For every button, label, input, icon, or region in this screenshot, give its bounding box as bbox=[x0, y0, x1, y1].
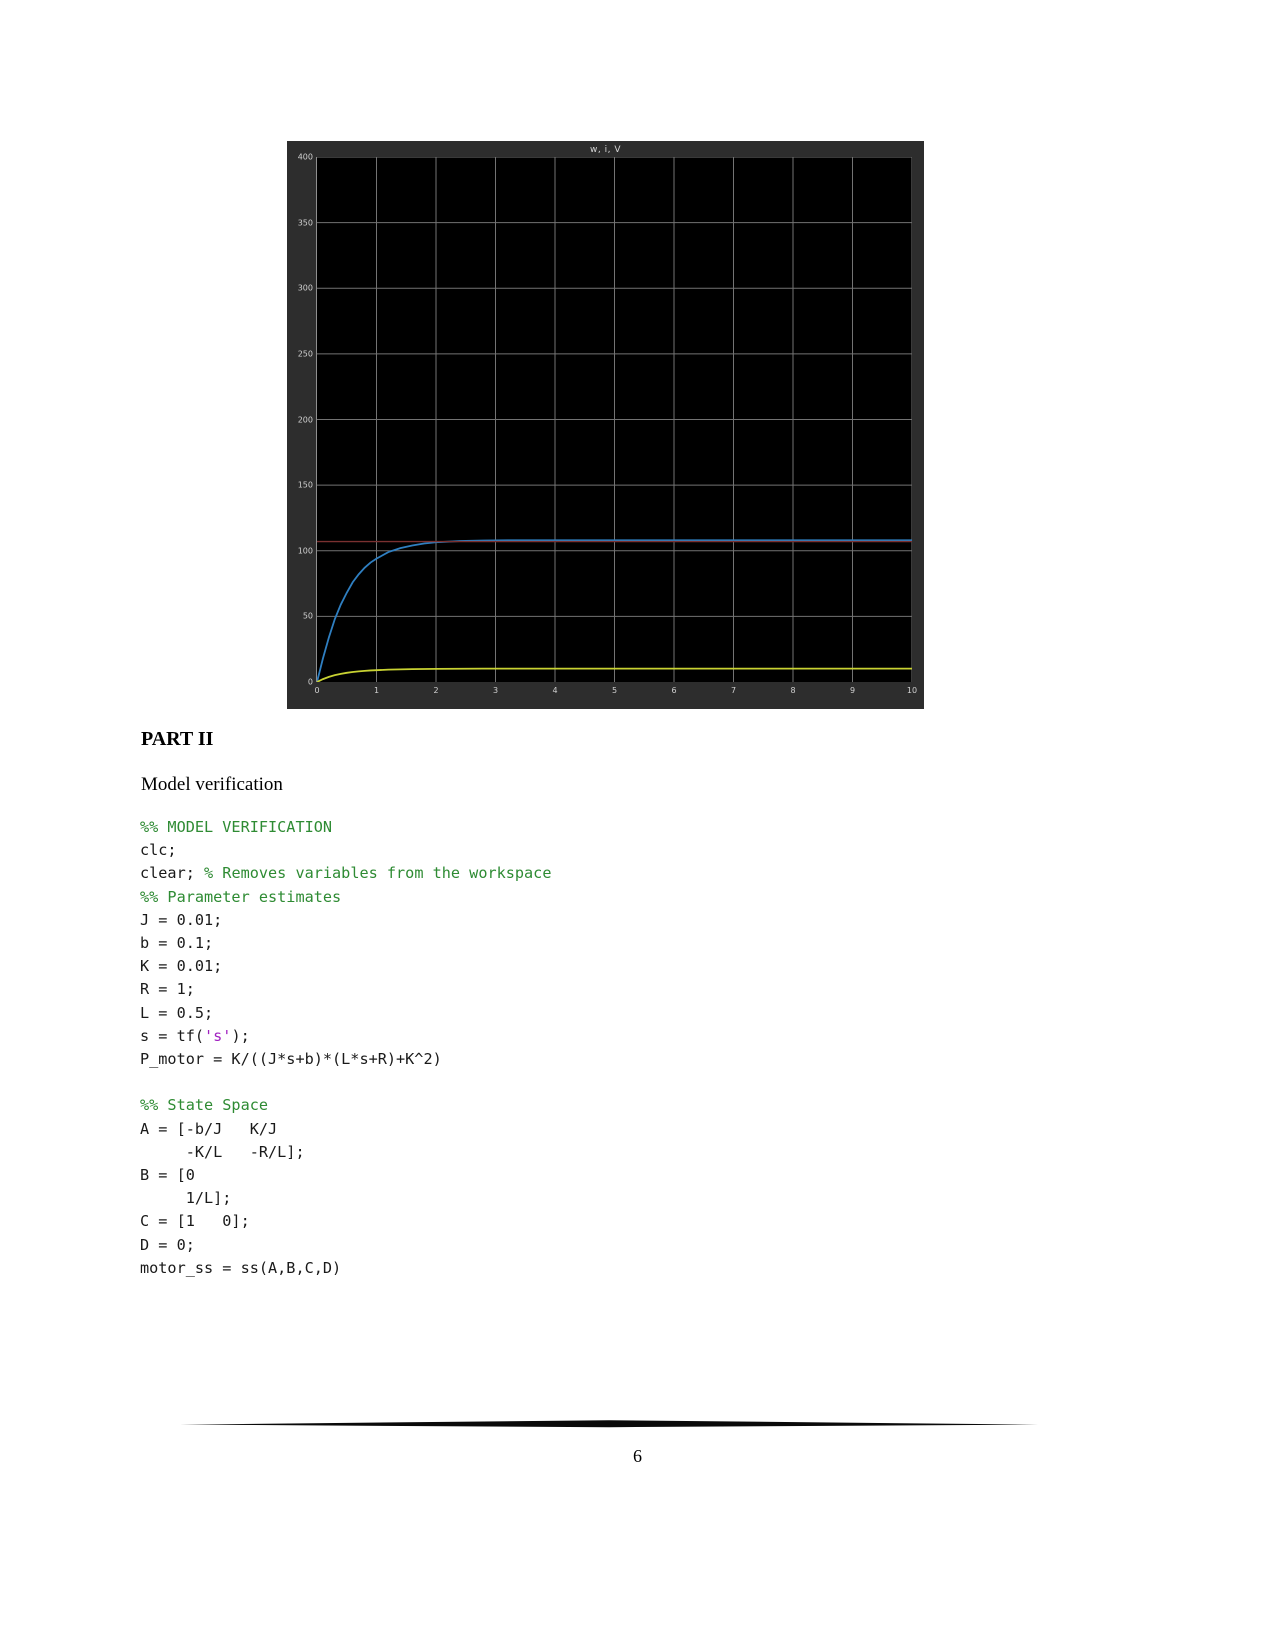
plot-gridlines bbox=[317, 157, 912, 682]
code-line: %% Parameter estimates bbox=[140, 886, 551, 909]
code-comment: %% MODEL VERIFICATION bbox=[140, 818, 333, 836]
y-axis-tick-label: 0 bbox=[307, 677, 313, 687]
code-line: R = 1; bbox=[140, 978, 551, 1001]
code-line: motor_ss = ss(A,B,C,D) bbox=[140, 1257, 551, 1280]
code-line bbox=[140, 1071, 551, 1094]
code-line: B = [0 bbox=[140, 1164, 551, 1187]
code-line: D = 0; bbox=[140, 1234, 551, 1257]
code-line: C = [1 0]; bbox=[140, 1210, 551, 1233]
code-line: A = [-b/J K/J bbox=[140, 1118, 551, 1141]
y-axis-tick-label: 100 bbox=[297, 546, 313, 556]
code-line: %% MODEL VERIFICATION bbox=[140, 816, 551, 839]
x-axis-tick-label: 7 bbox=[730, 686, 737, 695]
x-axis-tick-label: 0 bbox=[314, 686, 320, 695]
code-text: J = 0.01; bbox=[140, 910, 223, 929]
x-axis-tick-label: 1 bbox=[373, 686, 380, 695]
plot-axes: 0 50 100 150 200 250 300 350 400 0 1 2 3 4 5 6 7 8 9 10 bbox=[298, 153, 917, 696]
code-line: -K/L -R/L]; bbox=[140, 1141, 551, 1164]
code-text: D = 0; bbox=[140, 1235, 195, 1254]
code-text: L = 0.5; bbox=[140, 1003, 214, 1022]
x-axis-tick-label: 6 bbox=[671, 686, 677, 695]
code-text: A = [-b/J K/J bbox=[140, 1119, 278, 1138]
code-line: 1/L]; bbox=[140, 1187, 551, 1210]
x-axis-tick-label: 3 bbox=[492, 686, 499, 695]
code-string: 's' bbox=[204, 1026, 232, 1045]
code-text: ); bbox=[231, 1026, 250, 1045]
plot-canvas bbox=[317, 157, 912, 682]
matlab-code-block: %% MODEL VERIFICATION clc; clear; % Remove… bbox=[140, 816, 551, 1280]
code-line: %% State Space bbox=[140, 1094, 551, 1117]
code-text: K = 0.01; bbox=[140, 957, 223, 976]
plot-figure: w, i, V 0 50 100 150 200 250 300 350 400 0 1 2 3 4 5 6 7… bbox=[287, 141, 924, 709]
code-text: clear; bbox=[140, 864, 205, 883]
x-axis-tick-label: 9 bbox=[849, 686, 856, 695]
code-text: R = 1; bbox=[140, 980, 195, 999]
code-line: P_motor = K/((J*s+b)*(L*s+R)+K^2) bbox=[140, 1048, 551, 1071]
y-axis-tick-label: 400 bbox=[297, 152, 313, 162]
y-axis-tick-label: 250 bbox=[297, 349, 313, 359]
code-comment: % Removes variables from the workspace bbox=[204, 864, 552, 883]
y-axis-tick-label: 150 bbox=[297, 480, 313, 490]
page-number: 6 bbox=[633, 1446, 642, 1466]
code-text: s = tf( bbox=[140, 1026, 205, 1045]
code-text: C = [1 0]; bbox=[140, 1212, 250, 1231]
x-axis-tick-label: 2 bbox=[433, 686, 439, 695]
code-line: clc; bbox=[140, 839, 551, 862]
code-text: clc; bbox=[140, 841, 177, 860]
code-line: b = 0.1; bbox=[140, 932, 551, 955]
code-line: L = 0.5; bbox=[140, 1002, 551, 1025]
y-axis-tick-label: 50 bbox=[302, 611, 313, 621]
code-comment: %% State Space bbox=[140, 1096, 269, 1115]
code-text: -K/L -R/L]; bbox=[140, 1142, 305, 1161]
x-axis-tick-label: 10 bbox=[906, 686, 918, 695]
code-line: s = tf('s'); bbox=[140, 1025, 551, 1048]
y-axis-tick-label: 350 bbox=[297, 218, 313, 228]
x-axis-tick-label: 8 bbox=[790, 686, 796, 695]
code-line: clear; % Removes variables from the work… bbox=[140, 862, 551, 885]
code-text: b = 0.1; bbox=[140, 934, 214, 953]
code-text: B = [0 bbox=[140, 1166, 195, 1185]
footer-divider bbox=[180, 1418, 1038, 1430]
document-page: w, i, V 0 50 100 150 200 250 300 350 400 0 1 2 3 4 5 6 7… bbox=[0, 0, 1275, 1650]
code-text: P_motor = K/((J*s+b)*(L*s+R)+K^2) bbox=[140, 1050, 442, 1069]
y-axis-tick-label: 200 bbox=[297, 415, 313, 424]
x-axis-tick-label: 5 bbox=[611, 686, 618, 695]
code-line: K = 0.01; bbox=[140, 955, 551, 978]
code-line: J = 0.01; bbox=[140, 909, 551, 932]
y-axis-tick-label: 300 bbox=[297, 283, 313, 293]
section-subtitle: Model verification bbox=[141, 774, 283, 795]
x-axis-tick-label: 4 bbox=[552, 686, 558, 695]
page-title: PART II bbox=[141, 728, 214, 750]
code-text: motor_ss = ss(A,B,C,D) bbox=[140, 1258, 342, 1277]
plot-title: w, i, V bbox=[590, 145, 621, 155]
code-text: 1/L]; bbox=[140, 1189, 232, 1208]
code-comment: %% Parameter estimates bbox=[140, 887, 342, 906]
